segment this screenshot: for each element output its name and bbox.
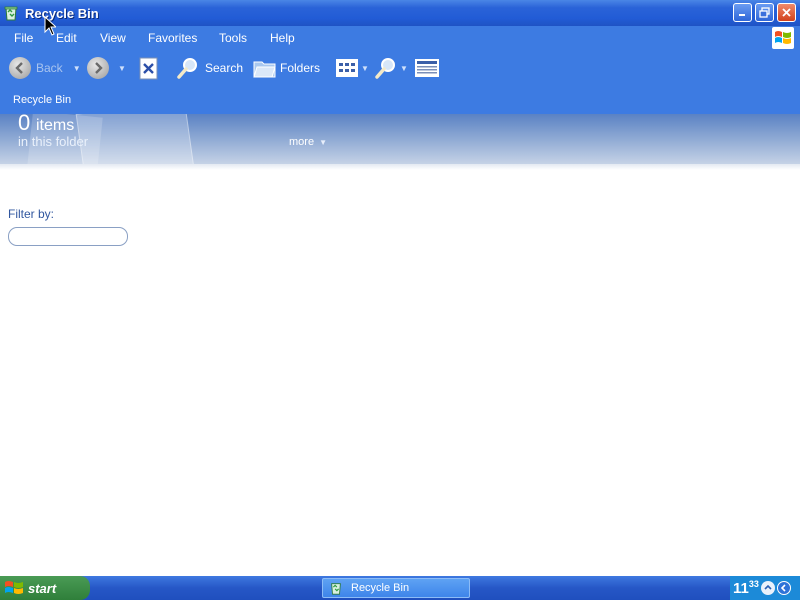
menu-file[interactable]: File xyxy=(14,31,33,45)
delete-icon xyxy=(139,57,158,80)
windows-start-flag-icon xyxy=(5,581,23,594)
item-count-unit: items xyxy=(36,117,75,134)
start-label: start xyxy=(28,580,57,596)
search-label: Search xyxy=(205,61,244,75)
taskbar-item-label: Recycle Bin xyxy=(351,582,410,594)
more-label: more xyxy=(289,136,315,148)
banner-decoration-page xyxy=(75,114,195,164)
more-button[interactable]: more ▼ xyxy=(289,136,327,148)
views-button[interactable]: ▼ xyxy=(336,59,369,77)
back-dropdown-icon[interactable]: ▼ xyxy=(73,64,81,73)
close-icon xyxy=(782,8,791,17)
windows-logo xyxy=(772,27,794,49)
windows-flag-icon xyxy=(775,31,791,44)
folder-banner: 0 items in this folder more ▼ xyxy=(0,114,800,164)
folders-label: Folders xyxy=(280,61,321,75)
folders-icon xyxy=(253,61,276,78)
views-dropdown-icon[interactable]: ▼ xyxy=(361,64,369,73)
item-count-subtitle: in this folder xyxy=(18,134,89,149)
recycle-bin-icon xyxy=(331,583,341,595)
search-button[interactable]: Search xyxy=(176,56,243,80)
back-label: Back xyxy=(36,61,63,75)
menu-edit[interactable]: Edit xyxy=(56,31,77,45)
clock[interactable]: 1133 xyxy=(733,579,759,597)
address-text: Recycle Bin xyxy=(13,94,72,106)
forward-arrow-icon xyxy=(87,57,109,79)
search-icon xyxy=(177,58,197,79)
mouse-cursor-icon xyxy=(44,16,56,36)
forward-button[interactable]: ▼ xyxy=(87,57,126,79)
minimize-icon xyxy=(739,14,745,16)
toolbar: Back ▼ ▼ Search Folders ▼ ▼ xyxy=(0,50,800,88)
folders-button[interactable]: Folders xyxy=(253,57,320,79)
forward-dropdown-icon[interactable]: ▼ xyxy=(118,64,126,73)
title-bar[interactable]: Recycle Bin xyxy=(0,0,800,26)
system-tray: 1133 xyxy=(730,576,800,600)
filter-label: Filter by: xyxy=(8,207,55,221)
start-button[interactable]: start xyxy=(0,576,90,600)
restore-button[interactable] xyxy=(755,3,774,22)
magnifier-icon xyxy=(375,58,395,79)
menu-tools[interactable]: Tools xyxy=(219,31,247,45)
restore-icon xyxy=(759,7,770,18)
details-view-icon xyxy=(415,59,439,77)
taskbar: start Recycle Bin 1133 xyxy=(0,576,800,600)
banner-divider xyxy=(0,164,800,170)
menu-help[interactable]: Help xyxy=(270,31,295,45)
tray-expand-icon[interactable] xyxy=(760,581,775,595)
clock-hour: 11 xyxy=(733,580,749,597)
details-button[interactable] xyxy=(415,59,439,77)
zoom-button[interactable]: ▼ xyxy=(374,56,408,80)
close-button[interactable] xyxy=(777,3,796,22)
taskbar-item-recycle-bin[interactable]: Recycle Bin xyxy=(322,578,470,598)
recycle-bin-icon xyxy=(4,6,18,21)
address-bar[interactable]: Recycle Bin xyxy=(0,88,800,114)
up-folder-button[interactable] xyxy=(138,57,160,81)
more-dropdown-icon: ▼ xyxy=(319,138,327,147)
menu-view[interactable]: View xyxy=(100,31,126,45)
views-icon xyxy=(336,59,358,77)
window-title: Recycle Bin xyxy=(25,5,99,21)
back-arrow-icon xyxy=(9,57,31,79)
menu-bar: File Edit View Favorites Tools Help xyxy=(0,26,800,50)
filter-input[interactable] xyxy=(8,227,128,246)
minimize-button[interactable] xyxy=(733,3,752,22)
back-button[interactable]: Back ▼ xyxy=(9,57,81,79)
tray-arrow-icon[interactable] xyxy=(776,581,791,595)
item-count: 0 xyxy=(18,114,31,135)
clock-minutes: 33 xyxy=(748,579,759,589)
zoom-dropdown-icon[interactable]: ▼ xyxy=(400,64,408,73)
menu-favorites[interactable]: Favorites xyxy=(148,31,197,45)
